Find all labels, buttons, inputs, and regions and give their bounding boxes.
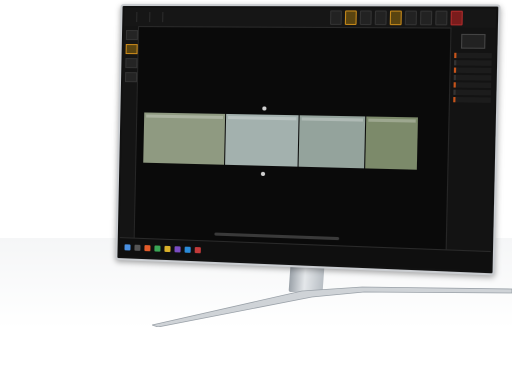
clip-label — [299, 128, 365, 129]
property-row[interactable] — [453, 89, 491, 96]
property-row[interactable] — [454, 60, 492, 66]
monitor-stand-foot — [152, 286, 512, 327]
sidebar-button[interactable] — [125, 30, 138, 41]
app-icon[interactable] — [194, 246, 201, 254]
windows-icon[interactable] — [124, 244, 131, 251]
tab-edit[interactable] — [137, 12, 151, 23]
sidebar-button[interactable] — [125, 58, 138, 69]
tool-button[interactable] — [359, 10, 372, 26]
tool-button[interactable] — [374, 10, 387, 26]
tool-button[interactable] — [404, 10, 418, 26]
horizontal-scrollbar[interactable] — [214, 232, 340, 241]
app-icon[interactable] — [154, 245, 161, 252]
right-properties-panel — [445, 27, 496, 253]
marker-icon[interactable] — [262, 106, 267, 111]
clip[interactable] — [298, 115, 367, 169]
clip[interactable] — [365, 116, 420, 170]
clip-label — [144, 125, 225, 127]
app-icon[interactable] — [184, 246, 191, 253]
tab-view[interactable] — [150, 12, 164, 23]
tab-project[interactable] — [124, 11, 138, 23]
preview-thumbnail — [460, 33, 486, 49]
timeline-area — [134, 26, 452, 250]
monitor — [115, 3, 501, 276]
property-row[interactable] — [453, 74, 492, 81]
marker-icon[interactable] — [260, 171, 266, 177]
clip-header — [368, 118, 416, 123]
clip-label — [366, 129, 418, 130]
clip-header — [301, 117, 364, 122]
property-row[interactable] — [454, 52, 492, 59]
clip-label — [226, 126, 298, 127]
clip[interactable] — [225, 113, 300, 167]
sidebar-button-active[interactable] — [125, 44, 138, 55]
tool-button[interactable] — [435, 10, 448, 26]
sidebar-button[interactable] — [124, 72, 138, 83]
app-icon[interactable] — [134, 244, 141, 251]
tool-button[interactable] — [419, 10, 433, 26]
app-icon[interactable] — [144, 245, 151, 252]
tool-button[interactable] — [329, 10, 342, 25]
record-button[interactable] — [450, 10, 463, 26]
app-icon[interactable] — [164, 245, 171, 253]
clip[interactable] — [143, 112, 227, 165]
property-row[interactable] — [453, 82, 492, 89]
app-icon[interactable] — [174, 246, 181, 253]
tool-button-active[interactable] — [344, 10, 357, 25]
tool-button-active[interactable] — [389, 10, 402, 26]
clip-track — [143, 112, 449, 170]
property-row[interactable] — [453, 67, 492, 74]
tool-grid — [329, 10, 463, 26]
clip-header — [228, 116, 297, 121]
property-row[interactable] — [453, 96, 491, 103]
screen — [119, 7, 497, 272]
clip-header — [146, 114, 224, 119]
